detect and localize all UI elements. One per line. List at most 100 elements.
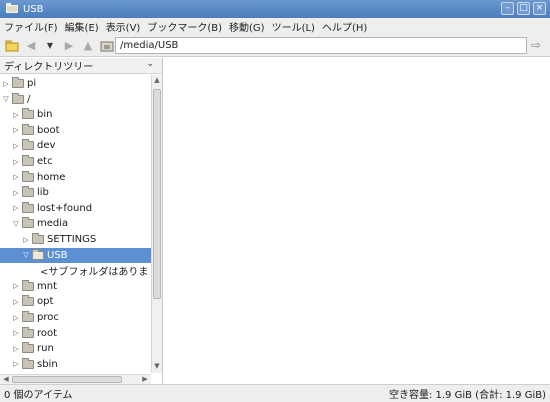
sidebar-title: ディレクトリツリー [4, 62, 94, 73]
up-icon[interactable]: ▲ [80, 38, 96, 54]
expand-icon[interactable]: ▷ [12, 111, 20, 119]
expand-icon[interactable]: ▷ [12, 158, 20, 166]
expand-icon[interactable]: ▷ [12, 298, 20, 306]
tree-item[interactable]: ▷ root [0, 326, 151, 341]
menu-edit[interactable]: 編集(E) [65, 19, 99, 34]
tree-item[interactable]: ▷ pi [0, 76, 151, 91]
folder-icon [22, 326, 34, 338]
tree-item[interactable]: ▽ / [0, 92, 151, 107]
folder-icon [22, 201, 34, 213]
tree-item-label: etc [37, 156, 53, 167]
expand-icon[interactable]: ▷ [2, 80, 10, 88]
tree-item[interactable]: ▷ proc [0, 310, 151, 325]
item-count: 0 個のアイテム [4, 390, 73, 401]
folder-icon [22, 357, 34, 369]
tree-item[interactable]: ▽ media [0, 216, 151, 231]
tree-item[interactable]: ▽ USB [0, 247, 151, 263]
directory-tree-pane: ディレクトリツリー ⌄ ▷ pi ▽ / ▷ bin ▷ boot ▷ dev ▷ etc ▷ home ▷… [0, 58, 163, 384]
vertical-scrollbar[interactable]: ▲ ▼ [151, 75, 162, 373]
folder-icon [22, 295, 34, 307]
expand-icon[interactable]: ▷ [12, 360, 20, 368]
expand-icon[interactable]: ▷ [12, 204, 20, 212]
menu-go[interactable]: 移動(G) [229, 19, 265, 34]
tree-item[interactable]: ▷ dev [0, 138, 151, 153]
address-input[interactable]: /media/USB [115, 37, 527, 54]
menu-bookmarks[interactable]: ブックマーク(B) [147, 19, 222, 34]
chevron-down-icon[interactable]: ⌄ [146, 59, 154, 69]
tree-item[interactable]: ▷ boot [0, 123, 151, 138]
collapse-icon[interactable]: ▽ [22, 251, 30, 259]
tree-item-label: USB [47, 249, 68, 261]
dropdown-icon[interactable]: ▼ [42, 38, 58, 54]
folder-icon [22, 170, 34, 182]
tree-item-label: mnt [37, 280, 57, 292]
collapse-icon[interactable]: ▽ [2, 95, 10, 103]
maximize-icon[interactable]: □ [517, 2, 530, 15]
horizontal-scrollbar[interactable]: ◀ ▶ [0, 374, 151, 384]
collapse-icon[interactable]: ▽ [12, 220, 20, 228]
expand-icon[interactable]: ▷ [22, 236, 30, 244]
tree-item[interactable]: ▷ opt [0, 294, 151, 309]
tree-item[interactable]: ▷ SETTINGS [0, 232, 151, 247]
forward-icon[interactable]: ▶ [61, 38, 77, 54]
tree-item-label: dev [37, 140, 56, 152]
toolbar: ◀ ▼ ▶ ▲ /media/USB ⇨ [0, 35, 550, 57]
tree-item-label: <サブフォルダはありま [40, 267, 149, 279]
menu-bar: ファイル(F) 編集(E) 表示(V) ブックマーク(B) 移動(G) ツール(… [0, 18, 550, 35]
tree-item-label: opt [37, 296, 54, 308]
tree-item[interactable]: ▷ run [0, 341, 151, 356]
scrollbar-thumb[interactable] [153, 89, 161, 299]
folder-icon [32, 233, 44, 244]
sidebar-header[interactable]: ディレクトリツリー ⌄ [0, 58, 162, 74]
go-icon[interactable]: ⇨ [528, 38, 544, 54]
new-folder-icon[interactable] [4, 38, 20, 54]
menu-tools[interactable]: ツール(L) [272, 19, 315, 34]
tree-item-label: SETTINGS [47, 234, 97, 245]
directory-tree: ▷ pi ▽ / ▷ bin ▷ boot ▷ dev ▷ etc ▷ home ▷ lib ▷ lost+fou… [0, 75, 151, 373]
free-space: 空き容量: 1.9 GiB (合計: 1.9 GiB) [388, 390, 546, 401]
tree-item-label: boot [37, 124, 60, 136]
folder-icon [22, 123, 34, 135]
tree-item-label: run [37, 343, 54, 355]
folder-icon [22, 108, 34, 120]
menu-help[interactable]: ヘルプ(H) [322, 19, 367, 34]
menu-file[interactable]: ファイル(F) [4, 19, 58, 34]
window-title: USB [23, 3, 44, 15]
folder-icon [22, 155, 34, 166]
tree-item[interactable]: ▷ home [0, 170, 151, 185]
expand-icon[interactable]: ▷ [12, 329, 20, 337]
tree-item-label: / [27, 93, 31, 105]
tree-item[interactable]: ▷ lost+found [0, 201, 151, 216]
tree-item[interactable]: ▷ bin [0, 107, 151, 122]
tree-item-label: lib [37, 187, 49, 199]
tree-item-label: sbin [37, 358, 58, 370]
home-icon[interactable] [99, 38, 115, 54]
expand-icon[interactable]: ▷ [12, 282, 20, 290]
expand-icon[interactable]: ▷ [12, 345, 20, 353]
tree-item[interactable]: ▷ lib [0, 185, 151, 200]
tree-item[interactable]: ▷ sbin [0, 357, 151, 372]
tree-item[interactable]: ▷ etc [0, 154, 151, 169]
expand-icon[interactable]: ▷ [12, 314, 20, 322]
tree-item[interactable]: ▷ mnt [0, 279, 151, 294]
expand-icon[interactable]: ▷ [12, 126, 20, 134]
tree-item[interactable]: <サブフォルダはありま [0, 263, 151, 278]
scroll-right-icon[interactable]: ▶ [140, 375, 150, 384]
back-icon[interactable]: ◀ [23, 38, 39, 54]
tree-item-label: proc [37, 312, 59, 323]
title-bar: USB – □ × [0, 0, 550, 18]
hscrollbar-thumb[interactable] [12, 376, 122, 383]
menu-view[interactable]: 表示(V) [106, 19, 141, 34]
file-list-area[interactable] [164, 58, 550, 384]
expand-icon[interactable]: ▷ [12, 189, 20, 197]
expand-icon[interactable]: ▷ [12, 173, 20, 181]
expand-icon[interactable]: ▷ [12, 142, 20, 150]
tree-item-label: home [37, 171, 66, 183]
scroll-up-icon[interactable]: ▲ [152, 76, 162, 86]
minimize-icon[interactable]: – [501, 2, 514, 15]
scroll-down-icon[interactable]: ▼ [152, 362, 162, 372]
close-icon[interactable]: × [533, 2, 546, 15]
folder-icon [12, 77, 24, 88]
folder-icon [22, 311, 34, 322]
scroll-left-icon[interactable]: ◀ [1, 375, 11, 384]
